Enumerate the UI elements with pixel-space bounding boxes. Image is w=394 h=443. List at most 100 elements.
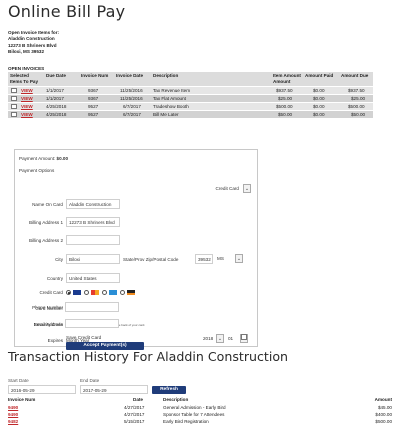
- invoice-row: VIEW 4/25/2018 9527 6/7/2017 Bill Me Lat…: [8, 111, 373, 119]
- history-date: 4/27/2017: [124, 405, 145, 410]
- discover-card-icon: [127, 290, 135, 295]
- description: Tax Flat Amount: [153, 96, 186, 101]
- col-amount-due: Amount Due: [341, 73, 369, 78]
- due-date: 4/25/2018: [46, 112, 67, 117]
- invoice-link[interactable]: 9490: [8, 412, 18, 417]
- chevron-down-icon[interactable]: ⌄: [216, 334, 224, 343]
- page-title: Online Bill Pay: [8, 2, 126, 21]
- due-date: 4/25/2018: [46, 104, 67, 109]
- amount-due: $500.00: [348, 104, 365, 109]
- payment-options-select[interactable]: Credit Card: [205, 184, 241, 194]
- name-on-card-input[interactable]: Aladdin Construction: [66, 199, 120, 209]
- phone-number-label: Phone Number: [32, 305, 63, 310]
- description: Bill Me Later: [153, 112, 179, 117]
- col-amount-paid: Amount Paid: [305, 73, 334, 78]
- end-date-input[interactable]: 2017-05-29: [80, 385, 148, 394]
- start-date-label: Start Date: [8, 378, 29, 383]
- payment-panel: Payment Amount: $0.00 Payment Options Cr…: [14, 149, 258, 347]
- invoice-link[interactable]: 9490: [8, 405, 18, 410]
- exp-month-select[interactable]: 01: [226, 334, 238, 344]
- invoice-date: 6/7/2017: [123, 112, 141, 117]
- description: Tax Revenue Item: [153, 88, 191, 93]
- select-checkbox[interactable]: [11, 88, 17, 93]
- expires-label: Expires: [47, 338, 63, 343]
- billing-address-2-input[interactable]: [66, 235, 120, 245]
- country-input[interactable]: United States: [66, 273, 120, 283]
- item-amount: $25.00: [278, 96, 293, 101]
- name-on-card-label: Name On Card: [32, 202, 63, 207]
- invoice-num: 9527: [88, 104, 99, 109]
- visa-card-icon: [73, 290, 81, 295]
- save-credit-card-label: Save Credit Card: [66, 335, 102, 340]
- due-date: 1/1/2017: [46, 88, 64, 93]
- amount-paid: $0.00: [313, 96, 325, 101]
- amount-paid: $0.00: [313, 88, 325, 93]
- item-amount: $937.50: [276, 88, 293, 93]
- chevron-down-icon[interactable]: ⌄: [243, 184, 251, 193]
- card-radio-amex[interactable]: [102, 290, 107, 295]
- view-link[interactable]: VIEW: [21, 104, 33, 109]
- item-amount: $50.00: [278, 112, 293, 117]
- payment-amount-value: $0.00: [56, 156, 69, 161]
- col-description: Description: [153, 73, 179, 78]
- exp-year-select[interactable]: 2018: [201, 334, 215, 344]
- credit-card-label: Credit Card: [39, 290, 64, 295]
- col-items-to-pay: Items To Pay: [10, 79, 38, 84]
- state-zip-label: State/Prov Zip/Postal Code: [123, 257, 179, 262]
- col-amount: Amount: [374, 397, 392, 402]
- select-checkbox[interactable]: [11, 112, 17, 117]
- billing-address-1-label: Billing Address 1: [29, 220, 63, 225]
- invoice-row: VIEW 1/1/2017 9367 11/25/2016 Tax Revenu…: [8, 87, 373, 95]
- invoice-num: 9527: [88, 112, 99, 117]
- refresh-button[interactable]: Refresh: [152, 386, 186, 394]
- history-amount: $500.00: [375, 419, 392, 424]
- zip-input[interactable]: 39532: [195, 254, 213, 264]
- view-link[interactable]: VIEW: [21, 96, 33, 101]
- card-radio-discover[interactable]: [120, 290, 125, 295]
- accept-payment-button[interactable]: Accept Payment(s): [66, 342, 144, 350]
- amex-card-icon: [109, 290, 117, 295]
- due-date: 1/1/2017: [46, 96, 64, 101]
- start-date-input[interactable]: 2016-05-29: [8, 385, 76, 394]
- email-address-input[interactable]: [65, 319, 119, 328]
- history-title: Transaction History For Aladdin Construc…: [8, 349, 289, 364]
- item-amount: $500.00: [276, 104, 293, 109]
- invoice-date: 11/25/2016: [120, 96, 143, 101]
- card-radio-visa[interactable]: [66, 290, 71, 295]
- view-link[interactable]: VIEW: [21, 88, 33, 93]
- amount-paid: $0.00: [313, 112, 325, 117]
- chevron-down-icon[interactable]: ⌄: [235, 254, 243, 263]
- payment-amount-label-text: Payment Amount:: [19, 156, 56, 161]
- phone-number-input[interactable]: [65, 302, 119, 312]
- col-invoice-num: Invoice Num: [81, 73, 109, 78]
- invoice-row: VIEW 4/25/2018 9527 6/7/2017 Tradeshow B…: [8, 103, 373, 111]
- amount-due: $50.00: [351, 112, 366, 117]
- invoice-num: 9367: [88, 88, 99, 93]
- col-selected: Selected: [10, 73, 29, 78]
- select-checkbox[interactable]: [11, 96, 17, 101]
- address-line: Biloxi, MS 39532: [8, 49, 45, 55]
- save-credit-card-checkbox[interactable]: [241, 334, 247, 340]
- col-invoice-date: Invoice Date: [116, 73, 144, 78]
- city-input[interactable]: Biloxi: [66, 254, 120, 264]
- history-amount: $45.00: [377, 405, 392, 410]
- select-checkbox[interactable]: [11, 104, 17, 109]
- col-item-amount: Item Amount: [273, 73, 301, 78]
- invoice-link[interactable]: 9482: [8, 419, 18, 424]
- end-date-label: End Date: [80, 378, 100, 383]
- card-radio-mastercard[interactable]: [84, 290, 89, 295]
- invoice-num: 9367: [88, 96, 99, 101]
- invoice-date: 11/25/2016: [120, 88, 143, 93]
- country-label: Country: [46, 276, 63, 281]
- mastercard-icon: [91, 290, 99, 295]
- history-description: Early Bird Registration: [163, 419, 209, 424]
- description: Tradeshow Booth: [153, 104, 189, 109]
- amount-due: $25.00: [351, 96, 366, 101]
- view-link[interactable]: VIEW: [21, 112, 33, 117]
- col-amount: Amount: [273, 79, 291, 84]
- state-select[interactable]: MS: [215, 254, 233, 264]
- customer-address: Open Invoice Items for: Aladdin Construc…: [8, 30, 59, 56]
- col-due-date: Due Date: [46, 73, 66, 78]
- billing-address-1-input[interactable]: 12273 B Shriners Blvd: [66, 217, 120, 227]
- amount-due: $937.50: [348, 88, 365, 93]
